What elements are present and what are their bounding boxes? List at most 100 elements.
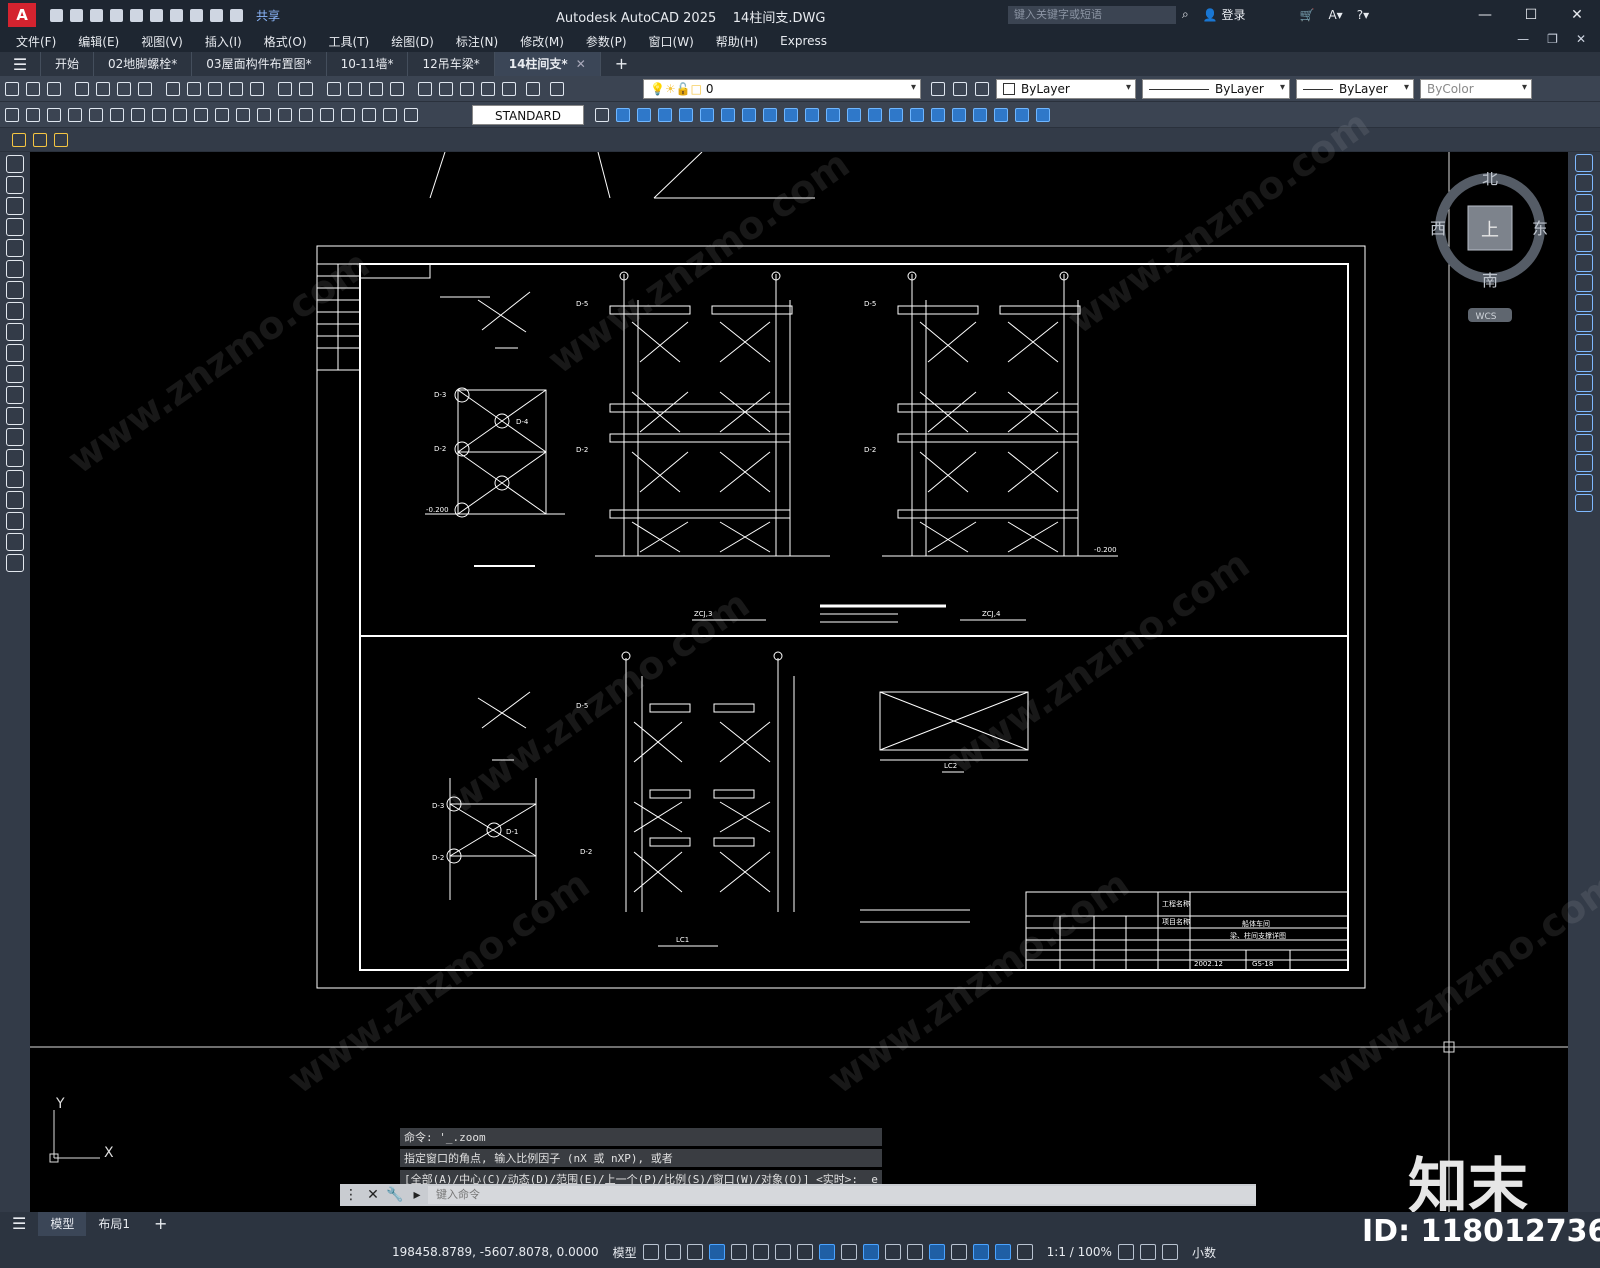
menu-help[interactable]: 帮助(H) bbox=[716, 33, 758, 50]
customize-command-icon[interactable]: 🔧 bbox=[384, 1187, 406, 1203]
add-layout-icon[interactable]: + bbox=[142, 1212, 179, 1236]
rectangle-icon[interactable] bbox=[6, 239, 24, 257]
annotation-scale-dropdown[interactable]: 1:1 / 100% bbox=[1047, 1245, 1112, 1259]
dim-text-edit-icon[interactable] bbox=[381, 106, 399, 124]
insert-block-icon[interactable] bbox=[6, 386, 24, 404]
trim-icon[interactable] bbox=[1575, 334, 1593, 352]
extrude-icon[interactable] bbox=[740, 106, 758, 124]
edit-block-icon[interactable] bbox=[10, 131, 28, 149]
multiline-text-icon[interactable] bbox=[6, 533, 24, 551]
ellipse-icon[interactable] bbox=[6, 344, 24, 362]
grid-icon[interactable] bbox=[642, 1244, 659, 1260]
solid-wedge-icon[interactable] bbox=[635, 106, 653, 124]
doc-close-icon[interactable]: ✕ bbox=[1576, 32, 1586, 46]
continue-dim-icon[interactable] bbox=[213, 106, 231, 124]
menu-parametric[interactable]: 参数(P) bbox=[586, 33, 627, 50]
redo-icon[interactable] bbox=[297, 80, 315, 98]
transparency-icon[interactable] bbox=[862, 1244, 879, 1260]
dim-break-icon[interactable] bbox=[255, 106, 273, 124]
lineweight-dropdown[interactable]: ByLayer ▾ bbox=[1296, 79, 1414, 99]
quick-dim-icon[interactable] bbox=[171, 106, 189, 124]
smooth-icon[interactable] bbox=[1013, 106, 1031, 124]
solid-cone-icon[interactable] bbox=[656, 106, 674, 124]
menu-window[interactable]: 窗口(W) bbox=[649, 33, 694, 50]
center-mark-icon[interactable] bbox=[297, 106, 315, 124]
ordinate-dim-icon[interactable] bbox=[66, 106, 84, 124]
share-button[interactable]: 共享 bbox=[256, 7, 280, 24]
tab-12[interactable]: 12吊车梁* bbox=[407, 52, 493, 76]
chamfer-icon[interactable] bbox=[1575, 434, 1593, 452]
gizmo-icon[interactable] bbox=[972, 1244, 989, 1260]
diameter-dim-icon[interactable] bbox=[129, 106, 147, 124]
shell-icon[interactable] bbox=[845, 106, 863, 124]
dim-update-icon[interactable] bbox=[402, 106, 420, 124]
layer-dropdown[interactable]: 💡☀🔓□ 0 ▾ bbox=[643, 79, 921, 99]
polyline-icon[interactable] bbox=[6, 197, 24, 215]
construction-line-icon[interactable] bbox=[6, 176, 24, 194]
sheet-set-icon[interactable] bbox=[479, 80, 497, 98]
join-icon[interactable] bbox=[1575, 414, 1593, 432]
interfere-icon[interactable] bbox=[824, 106, 842, 124]
ellipse-arc-icon[interactable] bbox=[6, 365, 24, 383]
tab-layout1[interactable]: 布局1 bbox=[86, 1212, 142, 1236]
match-properties-icon[interactable] bbox=[227, 80, 245, 98]
layer-previous-icon[interactable] bbox=[951, 80, 969, 98]
insert-block-icon[interactable] bbox=[31, 131, 49, 149]
union-icon[interactable] bbox=[677, 106, 695, 124]
lineweight-icon[interactable] bbox=[840, 1244, 857, 1260]
cut-icon[interactable] bbox=[164, 80, 182, 98]
viewcube-top[interactable]: 上 bbox=[1481, 220, 1499, 241]
infer-constraints-icon[interactable] bbox=[686, 1244, 703, 1260]
break-icon[interactable] bbox=[1575, 394, 1593, 412]
layout-menu-icon[interactable]: ☰ bbox=[0, 1212, 38, 1236]
zoom-realtime-icon[interactable] bbox=[346, 80, 364, 98]
revision-cloud-icon[interactable] bbox=[6, 302, 24, 320]
dynamic-input-icon[interactable] bbox=[708, 1244, 725, 1260]
mesh-icon[interactable] bbox=[992, 106, 1010, 124]
intersect-icon[interactable] bbox=[719, 106, 737, 124]
plot-icon[interactable] bbox=[168, 7, 185, 24]
subtract-icon[interactable] bbox=[698, 106, 716, 124]
make-block-icon[interactable] bbox=[6, 407, 24, 425]
object-snap-tracking-icon[interactable] bbox=[796, 1244, 813, 1260]
presspull-icon[interactable] bbox=[887, 106, 905, 124]
menu-edit[interactable]: 编辑(E) bbox=[78, 33, 119, 50]
open-file-icon[interactable] bbox=[68, 7, 85, 24]
units-icon[interactable] bbox=[1161, 1244, 1178, 1260]
helix-icon[interactable] bbox=[950, 106, 968, 124]
copy-object-icon[interactable] bbox=[1575, 174, 1593, 192]
stretch-icon[interactable] bbox=[1575, 314, 1593, 332]
menu-express[interactable]: Express bbox=[780, 34, 827, 48]
selection-filter-icon[interactable] bbox=[950, 1244, 967, 1260]
tab-start[interactable]: 开始 bbox=[40, 52, 93, 76]
3d-osnap-icon[interactable] bbox=[906, 1244, 923, 1260]
ortho-icon[interactable] bbox=[730, 1244, 747, 1260]
extend-icon[interactable] bbox=[1575, 354, 1593, 372]
tab-10-11[interactable]: 10-11墙* bbox=[325, 52, 408, 76]
table-icon[interactable] bbox=[6, 512, 24, 530]
save-as-icon[interactable] bbox=[108, 7, 125, 24]
tab-02[interactable]: 02地脚螺栓* bbox=[93, 52, 191, 76]
undo-icon[interactable] bbox=[188, 7, 205, 24]
dim-edit-icon[interactable] bbox=[360, 106, 378, 124]
tab-close-icon[interactable]: ✕ bbox=[576, 57, 586, 71]
autoscale-icon[interactable] bbox=[1016, 1244, 1033, 1260]
thicken-icon[interactable] bbox=[866, 106, 884, 124]
open-icon[interactable] bbox=[24, 80, 42, 98]
block-editor-icon[interactable] bbox=[248, 80, 266, 98]
offset-icon[interactable] bbox=[1575, 214, 1593, 232]
help-icon[interactable]: ?▾ bbox=[1357, 8, 1369, 22]
move-icon[interactable] bbox=[1575, 254, 1593, 272]
revolve-icon[interactable] bbox=[761, 106, 779, 124]
design-center-icon[interactable] bbox=[437, 80, 455, 98]
properties-icon[interactable] bbox=[416, 80, 434, 98]
mirror-icon[interactable] bbox=[1575, 194, 1593, 212]
slice-icon[interactable] bbox=[782, 106, 800, 124]
search-icon[interactable]: ⌕ bbox=[1182, 7, 1189, 22]
tolerance-icon[interactable] bbox=[276, 106, 294, 124]
point-icon[interactable] bbox=[6, 428, 24, 446]
dwf-icon[interactable] bbox=[136, 80, 154, 98]
new-icon[interactable] bbox=[3, 80, 21, 98]
baseline-dim-icon[interactable] bbox=[192, 106, 210, 124]
paste-icon[interactable] bbox=[206, 80, 224, 98]
